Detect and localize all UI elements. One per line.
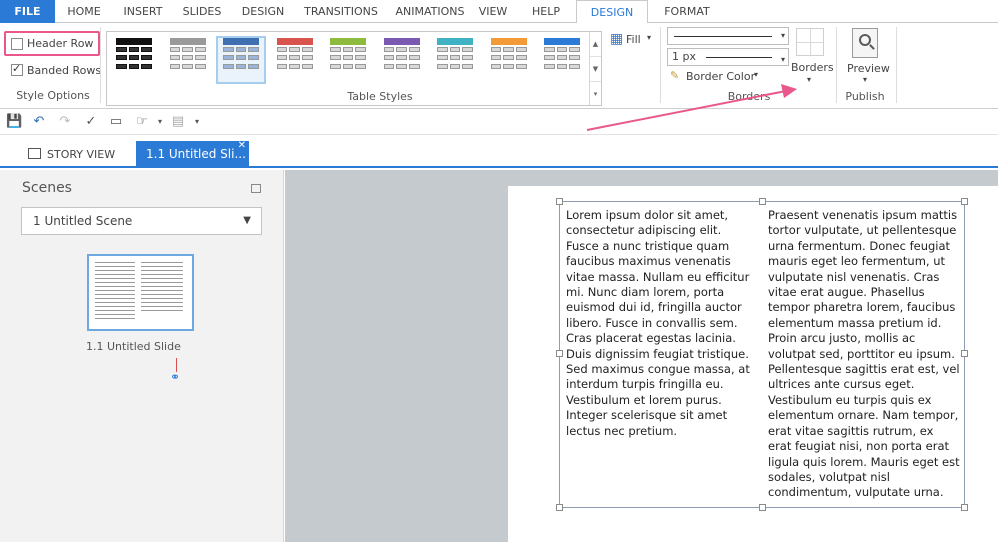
banded-rows-label: Banded Rows	[27, 64, 102, 77]
tab-table-format[interactable]: FORMAT	[648, 0, 726, 23]
border-color-icon[interactable]: ✎	[670, 69, 679, 82]
chevron-down-icon: ▼	[243, 215, 251, 226]
table-style-1[interactable]	[116, 38, 152, 70]
close-tab-icon[interactable]: ✕	[238, 132, 246, 159]
tab-help[interactable]: HELP	[518, 0, 574, 23]
resize-handle-br[interactable]	[961, 504, 968, 511]
restore-panel-icon[interactable]	[251, 184, 261, 193]
fill-button[interactable]: Fill	[626, 33, 641, 46]
table-cell-2[interactable]: Praesent venenatis ipsum mattis tortor v…	[768, 208, 960, 501]
tab-insert[interactable]: INSERT	[112, 0, 174, 23]
tab-transitions[interactable]: TRANSITIONS	[296, 0, 386, 23]
preview-small-icon[interactable]: ▭	[108, 114, 124, 130]
border-color-button[interactable]: Border Color	[686, 70, 755, 83]
preview-icon[interactable]	[852, 28, 878, 58]
scenes-title: Scenes	[22, 180, 72, 196]
scenes-panel: Scenes 1 Untitled Scene ▼ 1.1 Untitled S…	[0, 170, 284, 542]
table-styles-group-label: Table Styles	[347, 90, 413, 103]
tab-view[interactable]: VIEW	[474, 0, 512, 23]
gallery-scrollbar[interactable]: ▲ ▼ ▾	[589, 32, 601, 105]
resize-handle-b[interactable]	[759, 504, 766, 511]
table-style-3[interactable]	[223, 38, 259, 70]
customize-qat-icon[interactable]: ▾	[189, 114, 205, 130]
gallery-more-icon[interactable]: ▾	[590, 82, 601, 107]
insert-dropdown-icon[interactable]: ▾	[152, 114, 168, 130]
publish-group-label: Publish	[845, 90, 885, 103]
table-style-7[interactable]	[437, 38, 473, 70]
header-row-checkbox[interactable]	[11, 38, 23, 50]
banded-rows-checkbox[interactable]	[11, 62, 23, 76]
tab-file[interactable]: FILE	[0, 0, 55, 23]
tab-home[interactable]: HOME	[56, 0, 112, 23]
border-style-select[interactable]: ▾	[667, 27, 789, 45]
redo-icon[interactable]: ↷	[57, 114, 73, 130]
story-view-icon	[28, 148, 41, 159]
document-tabs: STORY VIEW 1.1 Untitled Sli... ✕	[0, 135, 998, 168]
fill-icon[interactable]: ▦	[610, 31, 623, 47]
quick-access-toolbar: 💾 ↶ ↷ ✓ ▭ ☞ ▾ ▤ ▾	[0, 109, 998, 135]
tab-table-design[interactable]: DESIGN	[576, 0, 648, 24]
table-cell-1[interactable]: Lorem ipsum dolor sit amet, consectetur …	[566, 208, 756, 439]
table-style-6[interactable]	[383, 38, 420, 70]
borders-group-label: Borders	[727, 90, 771, 103]
link-icon[interactable]: ⚭	[170, 370, 180, 384]
gallery-up-icon[interactable]: ▲	[590, 32, 601, 57]
borders-grid-icon[interactable]	[796, 28, 824, 56]
tab-design[interactable]: DESIGN	[230, 0, 296, 23]
resize-handle-tl[interactable]	[556, 198, 563, 205]
ribbon-tab-bar: FILE HOME INSERT SLIDES DESIGN TRANSITIO…	[0, 0, 998, 24]
spellcheck-icon[interactable]: ✓	[83, 114, 99, 130]
fill-dropdown-icon[interactable]: ▾	[647, 33, 651, 42]
table-style-4[interactable]	[276, 38, 313, 70]
gallery-down-icon[interactable]: ▼	[590, 57, 601, 82]
borders-dropdown-icon[interactable]: ▾	[807, 75, 811, 84]
border-color-dropdown-icon[interactable]: ▾	[754, 70, 758, 79]
table-style-5[interactable]	[330, 38, 366, 70]
resize-handle-r[interactable]	[961, 350, 968, 357]
undo-icon[interactable]: ↶	[31, 114, 47, 130]
style-options-group-label: Style Options	[16, 89, 90, 102]
scene-select[interactable]: 1 Untitled Scene ▼	[21, 207, 262, 235]
header-row-label: Header Row	[27, 37, 94, 50]
slide-thumbnail[interactable]	[87, 254, 194, 331]
preview-dropdown-icon[interactable]: ▾	[863, 75, 867, 84]
slide-tab-active[interactable]: 1.1 Untitled Sli... ✕	[136, 140, 249, 168]
table-style-9[interactable]	[544, 38, 580, 70]
resize-handle-bl[interactable]	[556, 504, 563, 511]
resize-handle-t[interactable]	[759, 198, 766, 205]
borders-button[interactable]: Borders	[791, 61, 834, 74]
insert-icon[interactable]: ☞	[134, 114, 150, 130]
tab-animations[interactable]: ANIMATIONS	[386, 0, 474, 23]
save-icon[interactable]: 💾	[6, 114, 22, 130]
border-width-select[interactable]: 1 px ▾	[667, 48, 789, 66]
resize-handle-tr[interactable]	[961, 198, 968, 205]
publish-small-icon[interactable]: ▤	[170, 114, 186, 130]
ribbon: Header Row Banded Rows Style Options ▲ ▼…	[0, 23, 998, 109]
table-style-8[interactable]	[490, 38, 527, 70]
slide-caption: 1.1 Untitled Slide	[86, 340, 181, 353]
preview-button[interactable]: Preview	[847, 62, 890, 75]
story-view-tab[interactable]: STORY VIEW	[28, 141, 115, 168]
resize-handle-l[interactable]	[556, 350, 563, 357]
table-style-2[interactable]	[169, 38, 206, 70]
tab-slides[interactable]: SLIDES	[174, 0, 230, 23]
